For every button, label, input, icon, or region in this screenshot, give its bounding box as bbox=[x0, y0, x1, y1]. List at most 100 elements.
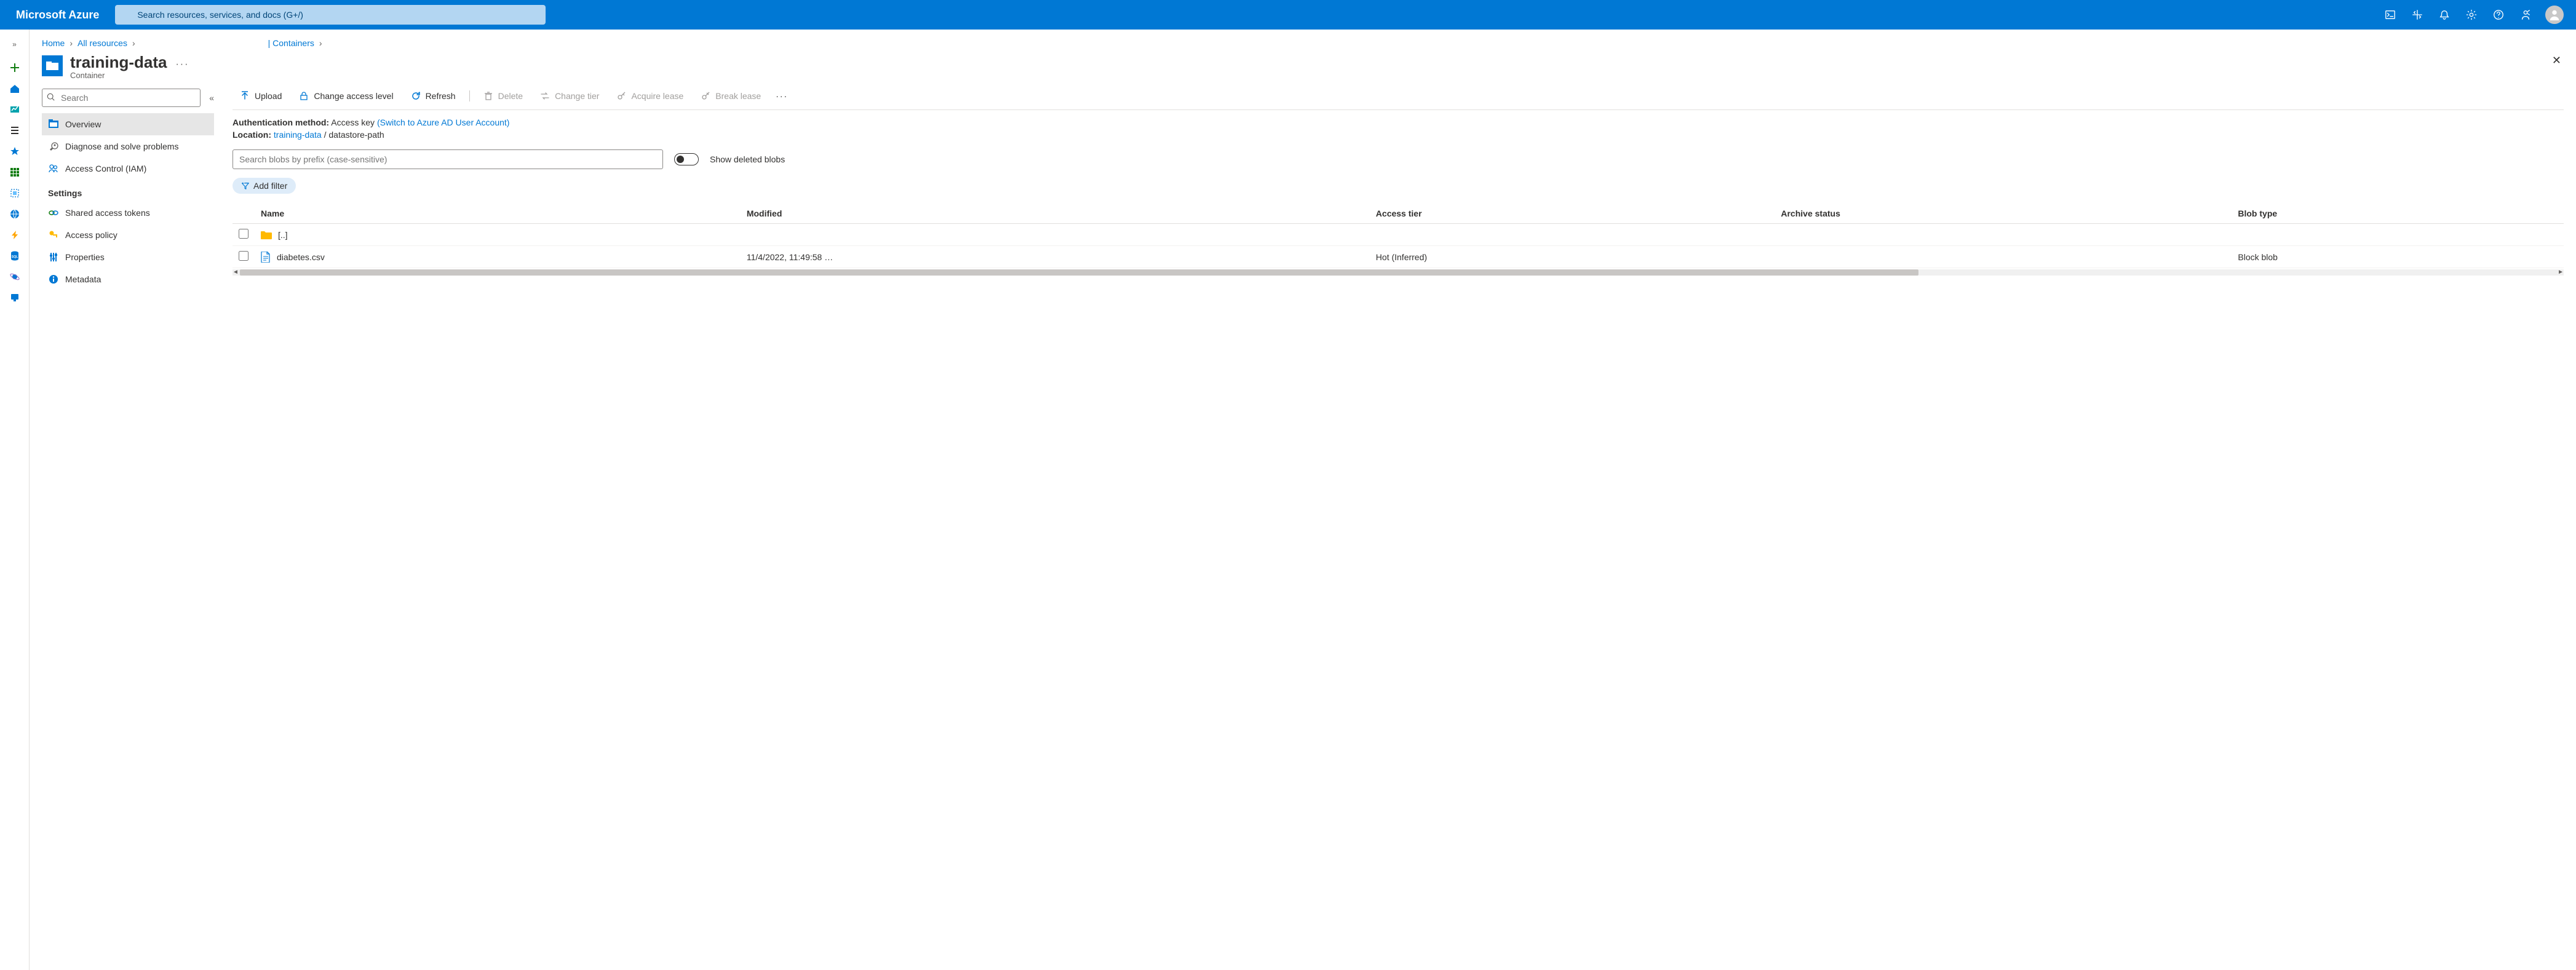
auth-switch-link[interactable]: (Switch to Azure AD User Account) bbox=[377, 117, 510, 127]
button-label: Break lease bbox=[715, 91, 761, 101]
left-rail: » SQL bbox=[0, 30, 30, 970]
menu-diagnose[interactable]: Diagnose and solve problems bbox=[42, 135, 214, 157]
directories-icon[interactable] bbox=[2404, 0, 2431, 30]
menu-overview[interactable]: Overview bbox=[42, 113, 214, 135]
resource-menu: « Overview Diagnose and solve problems A… bbox=[42, 89, 214, 958]
scroll-left-icon[interactable]: ◄ bbox=[233, 269, 239, 276]
blob-type: Block blob bbox=[2232, 246, 2564, 268]
file-icon bbox=[261, 252, 271, 263]
global-search-input[interactable] bbox=[115, 5, 546, 25]
row-checkbox[interactable] bbox=[239, 251, 248, 261]
menu-label: Diagnose and solve problems bbox=[65, 141, 178, 151]
menu-metadata[interactable]: Metadata bbox=[42, 268, 214, 290]
blob-archive-status bbox=[1775, 246, 2232, 268]
add-filter-label: Add filter bbox=[253, 181, 287, 191]
show-deleted-toggle[interactable] bbox=[674, 153, 699, 165]
rail-all-resources-icon[interactable] bbox=[2, 162, 27, 182]
page-title-row: training-data Container ··· ✕ bbox=[30, 52, 2576, 89]
menu-label: Overview bbox=[65, 119, 101, 129]
location-label: Location: bbox=[233, 130, 271, 140]
menu-properties[interactable]: Properties bbox=[42, 246, 214, 268]
rail-functions-icon[interactable] bbox=[2, 225, 27, 245]
command-bar: Upload Change access level Refresh Delet… bbox=[233, 89, 2564, 110]
cloud-shell-icon[interactable] bbox=[2377, 0, 2404, 30]
location-root-link[interactable]: training-data bbox=[274, 130, 322, 140]
rail-create-icon[interactable] bbox=[2, 58, 27, 78]
resource-menu-search-input[interactable] bbox=[42, 89, 201, 107]
settings-icon[interactable] bbox=[2458, 0, 2485, 30]
change-access-button[interactable]: Change access level bbox=[292, 89, 400, 103]
break-lease-button: Break lease bbox=[693, 89, 768, 103]
resource-menu-search-wrap bbox=[42, 89, 201, 107]
search-icon bbox=[47, 93, 55, 103]
breadcrumb: Home › All resources › | Containers › bbox=[30, 30, 2576, 52]
blob-archive-status bbox=[1775, 224, 2232, 246]
user-avatar[interactable] bbox=[2545, 6, 2564, 24]
table-row[interactable]: diabetes.csv 11/4/2022, 11:49:58 … Hot (… bbox=[233, 246, 2564, 268]
header-blob-type[interactable]: Blob type bbox=[2232, 204, 2564, 224]
rail-expand-icon[interactable]: » bbox=[2, 34, 27, 54]
menu-shared-tokens[interactable]: Shared access tokens bbox=[42, 202, 214, 224]
row-checkbox[interactable] bbox=[239, 229, 248, 239]
title-more-icon[interactable]: ··· bbox=[175, 59, 189, 70]
scroll-right-icon[interactable]: ► bbox=[2558, 269, 2564, 276]
add-filter-button[interactable]: Add filter bbox=[233, 178, 296, 194]
folder-icon bbox=[261, 231, 272, 239]
detail-pane: Upload Change access level Refresh Delet… bbox=[214, 89, 2564, 958]
location-path: datastore-path bbox=[328, 130, 384, 140]
breadcrumb-home[interactable]: Home bbox=[42, 38, 65, 48]
page-title: training-data bbox=[70, 53, 167, 72]
header-checkbox-col bbox=[233, 204, 255, 224]
rail-resource-groups-icon[interactable] bbox=[2, 183, 27, 203]
rail-favorites-icon[interactable] bbox=[2, 141, 27, 161]
header-modified[interactable]: Modified bbox=[741, 204, 1370, 224]
rail-app-services-icon[interactable] bbox=[2, 204, 27, 224]
header-archive-status[interactable]: Archive status bbox=[1775, 204, 2232, 224]
svg-text:SQL: SQL bbox=[11, 255, 17, 259]
rail-sql-icon[interactable]: SQL bbox=[2, 246, 27, 266]
top-header: Microsoft Azure bbox=[0, 0, 2576, 30]
notifications-icon[interactable] bbox=[2431, 0, 2458, 30]
rail-home-icon[interactable] bbox=[2, 79, 27, 98]
chevron-right-icon: › bbox=[319, 38, 322, 48]
toolbar-more-icon[interactable]: ··· bbox=[771, 89, 793, 103]
rail-monitor-icon[interactable] bbox=[2, 288, 27, 308]
help-icon[interactable] bbox=[2485, 0, 2512, 30]
horizontal-scrollbar[interactable]: ◄ ► bbox=[233, 269, 2564, 276]
token-icon bbox=[48, 208, 59, 218]
breadcrumb-all-resources[interactable]: All resources bbox=[78, 38, 127, 48]
acquire-lease-button: Acquire lease bbox=[609, 89, 691, 103]
breadcrumb-containers[interactable]: | Containers bbox=[268, 38, 314, 48]
close-icon[interactable]: ✕ bbox=[2552, 54, 2561, 67]
blob-type bbox=[2232, 224, 2564, 246]
delete-button: Delete bbox=[476, 89, 530, 103]
table-row[interactable]: [..] bbox=[233, 224, 2564, 246]
properties-icon bbox=[48, 252, 59, 262]
menu-access-policy[interactable]: Access policy bbox=[42, 224, 214, 246]
toolbar-separator bbox=[469, 90, 470, 101]
blob-prefix-search-wrap bbox=[233, 149, 663, 169]
refresh-button[interactable]: Refresh bbox=[403, 89, 463, 103]
collapse-menu-icon[interactable]: « bbox=[209, 93, 214, 103]
brand-logo[interactable]: Microsoft Azure bbox=[6, 9, 109, 22]
rail-all-services-icon[interactable] bbox=[2, 121, 27, 140]
menu-iam[interactable]: Access Control (IAM) bbox=[42, 157, 214, 180]
menu-section-settings: Settings bbox=[42, 180, 214, 202]
blob-prefix-search-input[interactable] bbox=[233, 149, 663, 169]
feedback-icon[interactable] bbox=[2512, 0, 2539, 30]
button-label: Acquire lease bbox=[631, 91, 683, 101]
blob-access-tier: Hot (Inferred) bbox=[1370, 246, 1775, 268]
blob-modified: 11/4/2022, 11:49:58 … bbox=[741, 246, 1370, 268]
show-deleted-label: Show deleted blobs bbox=[710, 154, 785, 164]
scrollbar-thumb[interactable] bbox=[240, 269, 1918, 276]
toggle-knob bbox=[677, 156, 684, 163]
upload-button[interactable]: Upload bbox=[233, 89, 289, 103]
rail-dashboard-icon[interactable] bbox=[2, 100, 27, 119]
header-access-tier[interactable]: Access tier bbox=[1370, 204, 1775, 224]
topbar-icons bbox=[2377, 0, 2539, 30]
header-name[interactable]: Name bbox=[255, 204, 741, 224]
key-icon bbox=[48, 230, 59, 240]
blob-name: [..] bbox=[278, 230, 288, 240]
blob-access-tier bbox=[1370, 224, 1775, 246]
rail-cosmos-icon[interactable] bbox=[2, 267, 27, 287]
